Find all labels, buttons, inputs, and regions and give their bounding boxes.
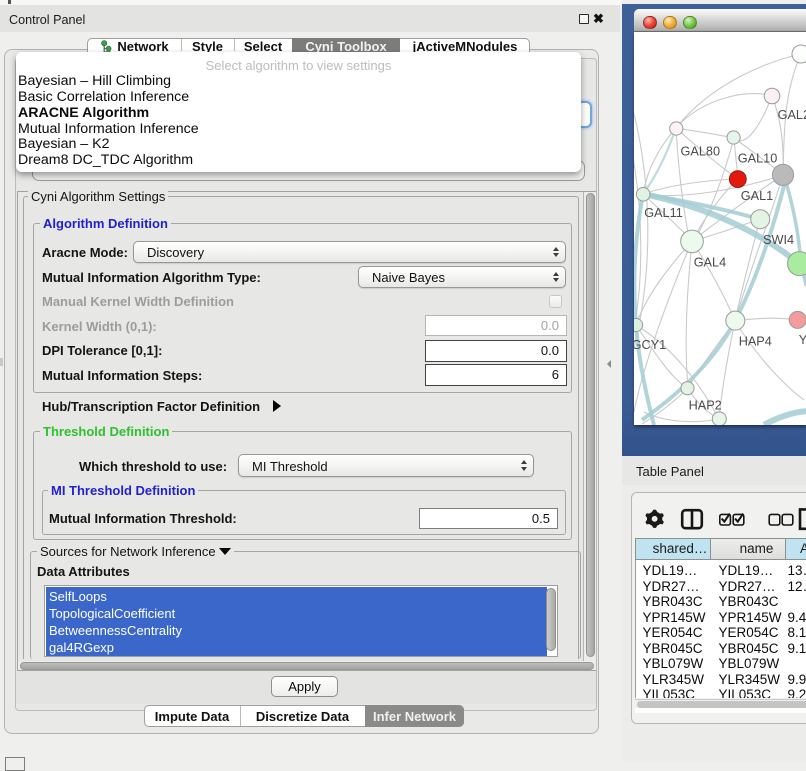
svg-text:HAP4: HAP4: [739, 335, 772, 349]
svg-text:GAL80: GAL80: [681, 144, 721, 158]
svg-text:GAL4: GAL4: [694, 255, 726, 269]
svg-text:GAL10: GAL10: [738, 152, 778, 166]
svg-text:GAL11: GAL11: [644, 206, 683, 220]
svg-text:GAL1: GAL1: [741, 189, 773, 203]
svg-text:YM: YM: [799, 333, 806, 347]
svg-text:GCY1: GCY1: [634, 338, 666, 352]
svg-text:HAP2: HAP2: [689, 399, 722, 413]
svg-text:GAL2: GAL2: [778, 108, 806, 122]
svg-text:SWI4: SWI4: [763, 233, 794, 247]
